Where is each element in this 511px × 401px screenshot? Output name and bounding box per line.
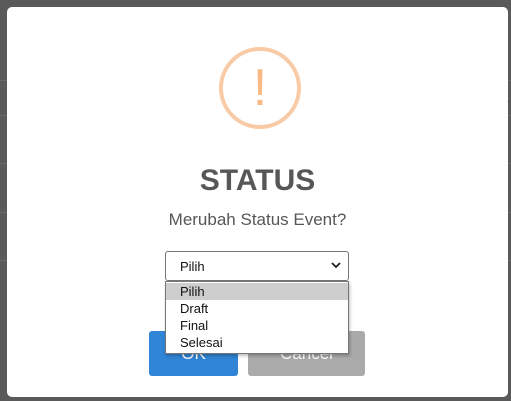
dialog-message: Merubah Status Event? [168, 210, 347, 229]
dialog-title: STATUS [199, 164, 316, 197]
dropdown-option-selesai[interactable]: Selesai [166, 334, 348, 351]
status-dialog: ! STATUS Merubah Status Event? Pilih OK … [7, 7, 508, 397]
warning-icon: ! [219, 47, 301, 129]
status-select-value: Pilih [180, 258, 205, 274]
chevron-down-icon [331, 262, 341, 269]
dropdown-option-pilih[interactable]: Pilih [166, 283, 348, 300]
warning-icon-glyph: ! [252, 59, 268, 117]
status-select[interactable]: Pilih [165, 251, 349, 281]
dropdown-option-final[interactable]: Final [166, 317, 348, 334]
status-dropdown-list: Pilih Draft Final Selesai [165, 281, 349, 354]
dropdown-option-draft[interactable]: Draft [166, 300, 348, 317]
